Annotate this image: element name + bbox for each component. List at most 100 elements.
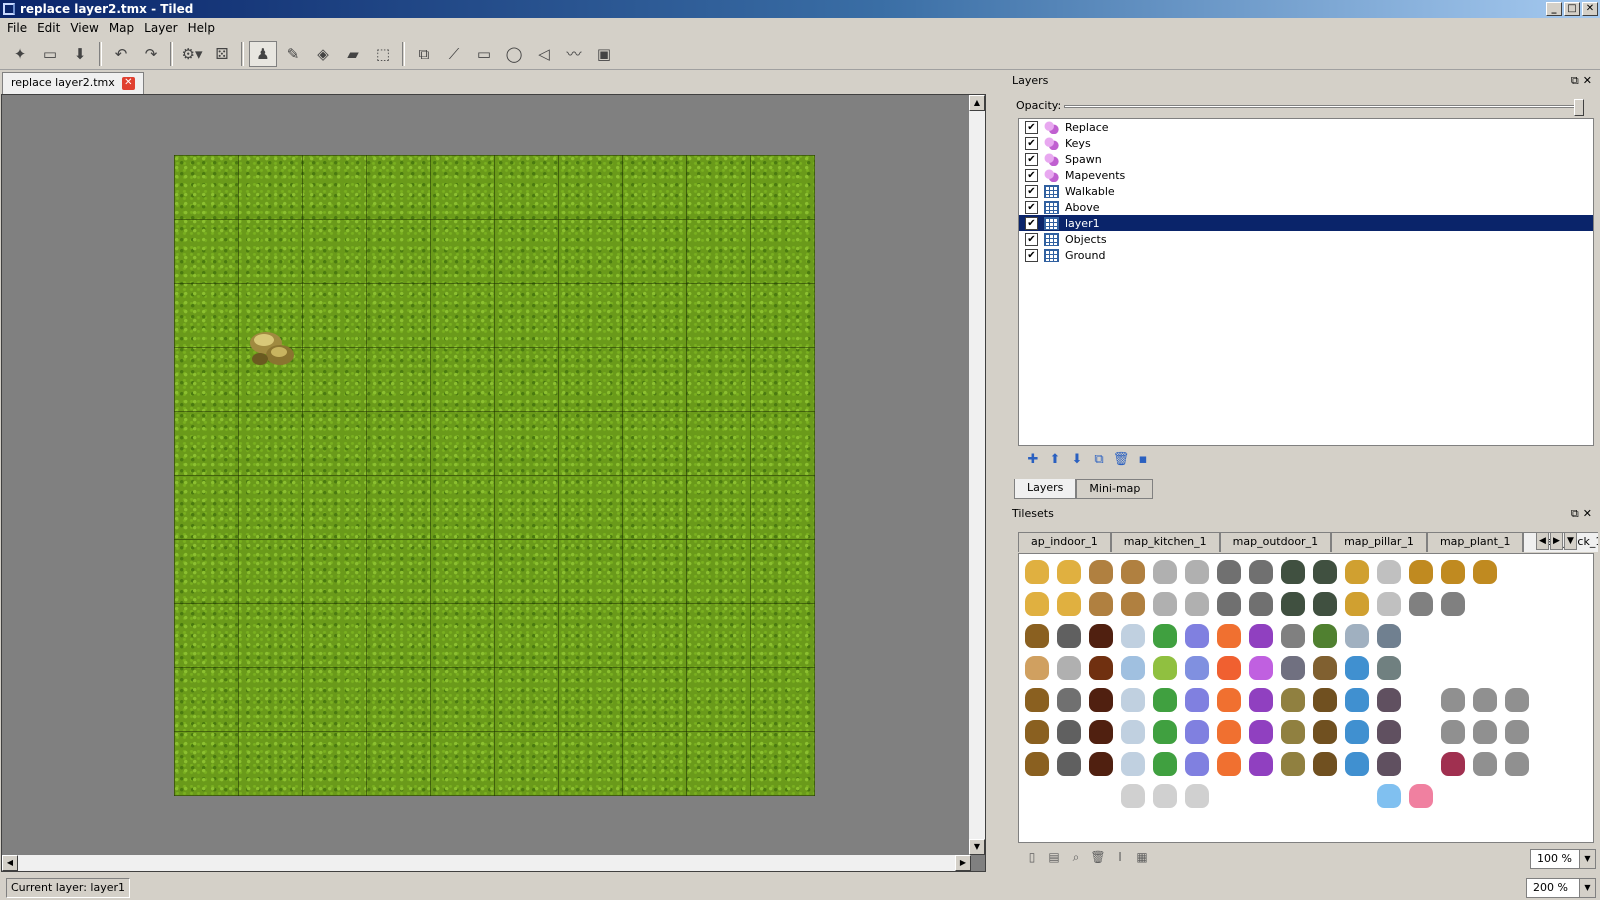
layer-row[interactable]: ✔ Objects [1019, 231, 1593, 247]
tab-list-icon[interactable]: ▼ [1564, 532, 1577, 550]
random-icon[interactable]: ⚄ [208, 41, 236, 67]
tileset-properties-icon[interactable]: Ⅰ [1112, 849, 1128, 865]
close-tab-icon[interactable]: ✕ [121, 77, 135, 90]
insert-polygon-icon[interactable]: ◁ [530, 41, 558, 67]
tilesets-panel: Tilesets ⧉✕ [1010, 505, 1600, 523]
open-icon[interactable]: ▭ [36, 41, 64, 67]
menu-layer[interactable]: Layer [139, 21, 182, 35]
command-icon[interactable]: ⚙▾ [178, 41, 206, 67]
rect-select-icon[interactable]: ⬚ [369, 41, 397, 67]
menu-file[interactable]: File [2, 21, 32, 35]
layer-visibility-checkbox[interactable]: ✔ [1025, 168, 1038, 182]
import-tileset-icon[interactable]: ▤ [1046, 849, 1062, 865]
layer-properties-icon[interactable]: ▪ [1134, 451, 1152, 469]
layer-row[interactable]: ✔ Ground [1019, 247, 1593, 263]
tab-scroll-right-icon[interactable]: ▶ [1550, 532, 1563, 550]
close-panel-icon[interactable]: ✕ [1583, 507, 1596, 520]
insert-rectangle-icon[interactable]: ▭ [470, 41, 498, 67]
layer-name: Walkable [1065, 184, 1115, 198]
layer-row[interactable]: ✔ Above [1019, 199, 1593, 215]
menu-view[interactable]: View [65, 21, 103, 35]
eraser-icon[interactable]: ▰ [339, 41, 367, 67]
tileset-tab[interactable]: ap_indoor_1 [1018, 532, 1111, 552]
tileset-view[interactable] [1018, 553, 1594, 843]
new-layer-icon[interactable]: ✚ [1024, 451, 1042, 469]
menu-edit[interactable]: Edit [32, 21, 65, 35]
close-button[interactable]: ✕ [1582, 2, 1598, 16]
stamp-brush-icon[interactable]: ♟ [249, 40, 277, 67]
tab-mini-map[interactable]: Mini-map [1076, 479, 1154, 499]
scroll-right-arrow[interactable]: ▶ [955, 855, 971, 871]
insert-ellipse-icon[interactable]: ◯ [500, 41, 528, 67]
duplicate-layer-icon[interactable]: ⧉ [1090, 451, 1108, 469]
menu-map[interactable]: Map [104, 21, 139, 35]
layer-name: Above [1065, 200, 1100, 214]
redo-icon[interactable]: ↷ [137, 41, 165, 67]
raise-layer-icon[interactable]: ⬆ [1046, 451, 1064, 469]
insert-tile-icon[interactable]: ▣ [590, 41, 618, 67]
maximize-button[interactable]: □ [1564, 2, 1580, 16]
tile-layer-icon [1044, 248, 1059, 262]
minimize-button[interactable]: _ [1546, 2, 1562, 16]
layer-visibility-checkbox[interactable]: ✔ [1025, 200, 1038, 214]
tileset-tab[interactable]: map_plant_1 [1426, 532, 1524, 552]
layer-row[interactable]: ✔ Mapevents [1019, 167, 1593, 183]
new-tileset-icon[interactable]: ▯ [1024, 849, 1040, 865]
tileset-zoom-icon[interactable]: ⌕ [1068, 849, 1084, 865]
tileset-zoom-select[interactable]: 100 % ▼ [1530, 849, 1596, 869]
scroll-down-arrow[interactable]: ▼ [969, 839, 985, 855]
tileset-tab[interactable]: map_outdoor_1 [1219, 532, 1332, 552]
object-select-icon[interactable]: ⧉ [410, 41, 438, 67]
tileset-buttons: ▯ ▤ ⌕ 🗑 Ⅰ ▦ [1018, 846, 1594, 868]
tile-layer-icon [1044, 216, 1059, 230]
undo-icon[interactable]: ↶ [107, 41, 135, 67]
layer-visibility-checkbox[interactable]: ✔ [1025, 152, 1038, 166]
map-canvas[interactable]: ▲ ▼ ◀ ▶ [1, 94, 986, 872]
layer-visibility-checkbox[interactable]: ✔ [1025, 120, 1038, 134]
terrain-brush-icon[interactable]: ✎ [279, 41, 307, 67]
layer-row[interactable]: ✔ Keys [1019, 135, 1593, 151]
bucket-fill-icon[interactable]: ◈ [309, 41, 337, 67]
tileset-tab[interactable]: map_kitchen_1 [1110, 532, 1220, 552]
save-icon[interactable]: ⬇ [66, 41, 94, 67]
horizontal-scrollbar[interactable]: ◀ ▶ [2, 855, 971, 871]
float-icon[interactable]: ⧉ [1571, 74, 1583, 87]
layer-name: Mapevents [1065, 168, 1126, 182]
status-bar: Current layer: layer1 [0, 876, 1600, 900]
float-icon[interactable]: ⧉ [1571, 507, 1583, 520]
layer-visibility-checkbox[interactable]: ✔ [1025, 232, 1038, 246]
layer-row[interactable]: ✔ Walkable [1019, 183, 1593, 199]
edit-terrain-icon[interactable]: ▦ [1134, 849, 1150, 865]
layer-visibility-checkbox[interactable]: ✔ [1025, 248, 1038, 262]
tab-layers[interactable]: Layers [1014, 479, 1077, 499]
map-zoom-value: 200 % [1533, 881, 1568, 894]
new-icon[interactable]: ✦ [6, 41, 34, 67]
opacity-slider[interactable] [1064, 99, 1584, 116]
layer-visibility-checkbox[interactable]: ✔ [1025, 216, 1038, 230]
opacity-label: Opacity: [1016, 99, 1062, 112]
insert-polyline-icon[interactable]: 〰 [560, 41, 588, 67]
tilesets-panel-title: Tilesets [1012, 507, 1054, 520]
remove-layer-icon[interactable]: 🗑 [1112, 451, 1130, 469]
layer-row[interactable]: ✔ layer1 [1019, 215, 1593, 231]
tab-scroll-left-icon[interactable]: ◀ [1536, 532, 1549, 550]
vertical-scrollbar[interactable]: ▲ ▼ [969, 95, 985, 855]
menu-help[interactable]: Help [183, 21, 220, 35]
menu-bar: File Edit View Map Layer Help [0, 18, 1600, 38]
scroll-up-arrow[interactable]: ▲ [969, 95, 985, 111]
object-layer-icon [1044, 152, 1059, 166]
scroll-left-arrow[interactable]: ◀ [2, 855, 18, 871]
layer-row[interactable]: ✔ Spawn [1019, 151, 1593, 167]
edit-polygon-icon[interactable]: ⟋ [440, 41, 468, 67]
opacity-slider-handle[interactable] [1574, 99, 1584, 116]
document-tab[interactable]: replace layer2.tmx ✕ [2, 72, 144, 94]
layer-visibility-checkbox[interactable]: ✔ [1025, 184, 1038, 198]
delete-tileset-icon[interactable]: 🗑 [1090, 849, 1106, 865]
layer-row[interactable]: ✔ Replace [1019, 119, 1593, 135]
map-grid[interactable] [174, 155, 815, 796]
tileset-tab[interactable]: map_pillar_1 [1331, 532, 1427, 552]
lower-layer-icon[interactable]: ⬇ [1068, 451, 1086, 469]
layer-visibility-checkbox[interactable]: ✔ [1025, 136, 1038, 150]
close-panel-icon[interactable]: ✕ [1583, 74, 1596, 87]
map-zoom-select[interactable]: 200 % ▼ [1526, 878, 1596, 898]
